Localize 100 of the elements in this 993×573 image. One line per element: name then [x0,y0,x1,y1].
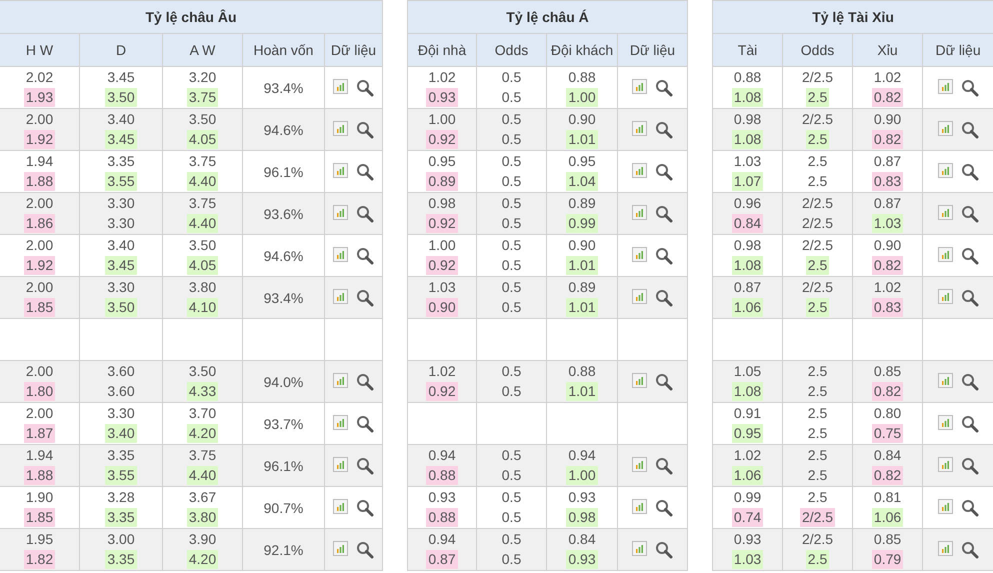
search-icon[interactable] [655,120,674,138]
search-icon[interactable] [960,372,979,390]
odds-value: 0.5 [500,256,522,275]
search-icon[interactable] [960,120,979,138]
search-icon[interactable] [356,540,374,558]
search-icon[interactable] [356,204,374,222]
odds-value: 0.82 [872,466,904,485]
odds-value: 0.84 [872,446,902,465]
search-icon[interactable] [356,372,374,390]
odds-value: 3.55 [105,172,137,191]
search-icon[interactable] [960,78,979,96]
odds-value: 2.00 [24,236,54,255]
odds-value: 1.01 [566,130,598,149]
search-icon[interactable] [655,162,674,180]
odds-value: 1.85 [24,508,56,527]
odds-value: 0.85 [872,362,902,381]
column-header: Hoàn vốn [242,34,324,66]
search-icon[interactable] [356,246,374,264]
search-icon[interactable] [655,372,674,390]
odds-value: 0.94 [567,446,597,465]
bar-chart-icon[interactable] [938,499,953,514]
odds-value: 4.05 [186,130,218,149]
bar-chart-icon[interactable] [938,247,953,262]
column-header: A W [162,34,242,66]
search-icon[interactable] [356,78,374,96]
odds-value: 2.02 [24,68,54,87]
odds-value: 2/2.5 [800,194,834,213]
odds-value: 0.92 [426,382,458,401]
odds-value: 1.03 [732,550,764,569]
search-icon[interactable] [655,498,674,516]
odds-value: 1.92 [24,256,56,275]
search-icon[interactable] [960,414,979,432]
search-icon[interactable] [356,288,374,306]
odds-value: 1.08 [732,130,764,149]
odds-value: 1.01 [566,298,598,317]
odds-value: 0.91 [732,404,762,423]
search-icon[interactable] [655,246,674,264]
bar-chart-icon[interactable] [632,499,648,514]
odds-value: 0.5 [500,152,522,171]
search-icon[interactable] [655,78,674,96]
search-icon[interactable] [960,204,979,222]
odds-value: 1.03 [732,152,762,171]
odds-value: 2.5 [806,256,830,275]
bar-chart-icon[interactable] [632,79,648,94]
odds-value: 3.30 [106,278,136,297]
odds-value: 0.79 [872,550,904,569]
odds-value: 3.60 [106,362,136,381]
search-icon[interactable] [960,456,979,474]
odds-value: 1.94 [24,152,54,171]
odds-value: 0.83 [872,172,904,191]
odds-value: 0.95 [732,424,764,443]
bar-chart-icon[interactable] [938,163,953,178]
table-cell: 94.0% [242,360,324,402]
search-icon[interactable] [960,162,979,180]
search-icon[interactable] [960,540,979,558]
odds-value: 0.93 [732,530,762,549]
odds-value: 2.5 [806,172,828,191]
search-icon[interactable] [655,456,674,474]
odds-value: 1.03 [872,214,904,233]
odds-value: 1.86 [24,214,56,233]
odds-value: 4.10 [186,298,218,317]
column-header: Dữ liệu [324,34,382,66]
bar-chart-icon[interactable] [632,247,648,262]
odds-value: 0.5 [500,550,522,569]
odds-value: 4.05 [186,256,218,275]
odds-value: 1.93 [24,88,56,107]
search-icon[interactable] [960,498,979,516]
odds-value: 2.00 [24,194,54,213]
odds-value: 2.5 [806,298,830,317]
odds-value: 1.00 [427,110,457,129]
search-icon[interactable] [356,162,374,180]
odds-value: 0.88 [426,508,458,527]
odds-value: 1.02 [427,362,457,381]
search-icon[interactable] [356,414,374,432]
search-icon[interactable] [960,288,979,306]
bar-chart-icon[interactable] [632,163,648,178]
odds-value: 2.5 [806,130,830,149]
odds-value: 2/2.5 [800,236,834,255]
odds-value: 2/2.5 [800,508,836,527]
search-icon[interactable] [356,498,374,516]
odds-value: 1.08 [732,256,764,275]
odds-value: 2/2.5 [800,278,834,297]
table-cell: 92.1% [242,528,324,570]
search-icon[interactable] [356,120,374,138]
bar-chart-icon[interactable] [938,415,953,430]
odds-value: 2/2.5 [800,68,834,87]
odds-value: 1.02 [872,278,902,297]
search-icon[interactable] [960,246,979,264]
odds-value: 0.82 [872,256,904,275]
odds-value: 3.60 [106,382,136,401]
odds-value: 0.93 [427,488,457,507]
odds-value: 0.90 [872,110,902,129]
odds-value: 0.84 [732,214,764,233]
bar-chart-icon[interactable] [938,79,953,94]
search-icon[interactable] [356,456,374,474]
search-icon[interactable] [655,540,674,558]
search-icon[interactable] [655,204,674,222]
odds-value: 0.87 [872,194,902,213]
odds-value: 3.80 [188,278,218,297]
search-icon[interactable] [655,288,674,306]
